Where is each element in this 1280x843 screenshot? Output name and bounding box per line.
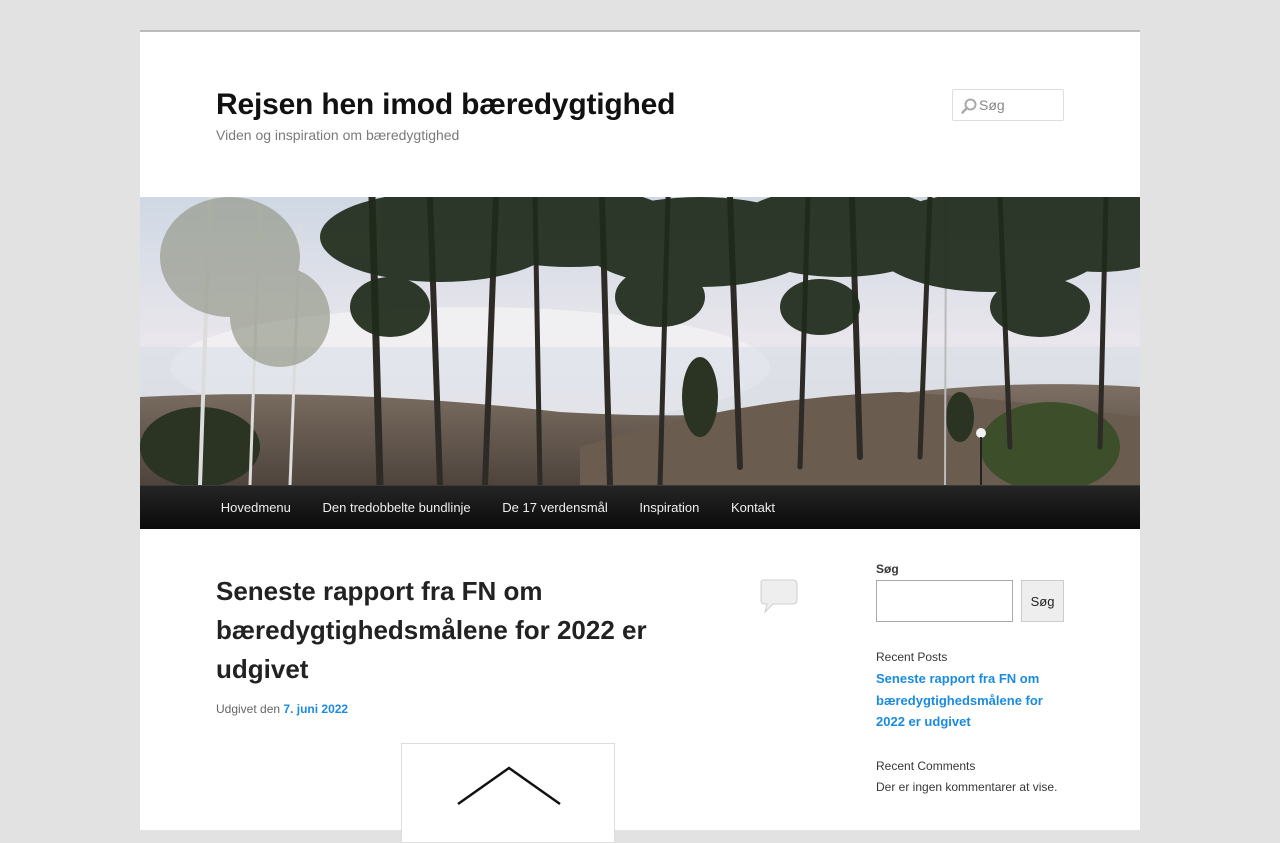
search-icon bbox=[961, 98, 977, 114]
site-description: Viden og inspiration om bæredygtighed bbox=[216, 127, 460, 143]
nav-item-tredobbelte-bundlinje[interactable]: Den tredobbelte bundlinje bbox=[307, 486, 487, 529]
nav-item-hovedmenu[interactable]: Hovedmenu bbox=[205, 486, 307, 529]
post-meta-prefix: Udgivet den bbox=[216, 702, 281, 716]
post-featured-image bbox=[401, 743, 615, 843]
recent-comments-heading: Recent Comments bbox=[876, 759, 976, 773]
widget-search-input[interactable] bbox=[876, 580, 1013, 622]
site-title[interactable]: Rejsen hen imod bæredygtighed bbox=[216, 88, 675, 122]
comment-bubble-icon[interactable] bbox=[757, 578, 801, 616]
no-comments-text: Der er ingen kommentarer at vise. bbox=[876, 780, 1058, 794]
header-search[interactable] bbox=[952, 89, 1064, 121]
header-search-input[interactable] bbox=[979, 90, 1063, 120]
nav-item-kontakt[interactable]: Kontakt bbox=[715, 486, 791, 529]
house-outline-graphic bbox=[457, 766, 561, 806]
post-meta: Udgivet den 7. juni 2022 bbox=[216, 702, 348, 716]
nav-item-verdensmaal[interactable]: De 17 verdensmål bbox=[486, 486, 623, 529]
recent-post-link[interactable]: Seneste rapport fra FN om bæredygtigheds… bbox=[876, 668, 1064, 733]
header-banner-image bbox=[140, 197, 1140, 485]
page-container: Rejsen hen imod bæredygtighed Viden og i… bbox=[140, 30, 1140, 843]
post-title[interactable]: Seneste rapport fra FN om bæredygtigheds… bbox=[216, 572, 706, 689]
main-navigation: Hovedmenu Den tredobbelte bundlinje De 1… bbox=[140, 485, 1140, 529]
widget-search-label: Søg bbox=[876, 562, 899, 576]
lake-forest-illustration bbox=[140, 197, 1140, 485]
nav-item-inspiration[interactable]: Inspiration bbox=[624, 486, 716, 529]
widget-search-button[interactable]: Søg bbox=[1021, 580, 1064, 622]
post-date-link[interactable]: 7. juni 2022 bbox=[283, 702, 348, 716]
recent-posts-heading: Recent Posts bbox=[876, 650, 948, 664]
